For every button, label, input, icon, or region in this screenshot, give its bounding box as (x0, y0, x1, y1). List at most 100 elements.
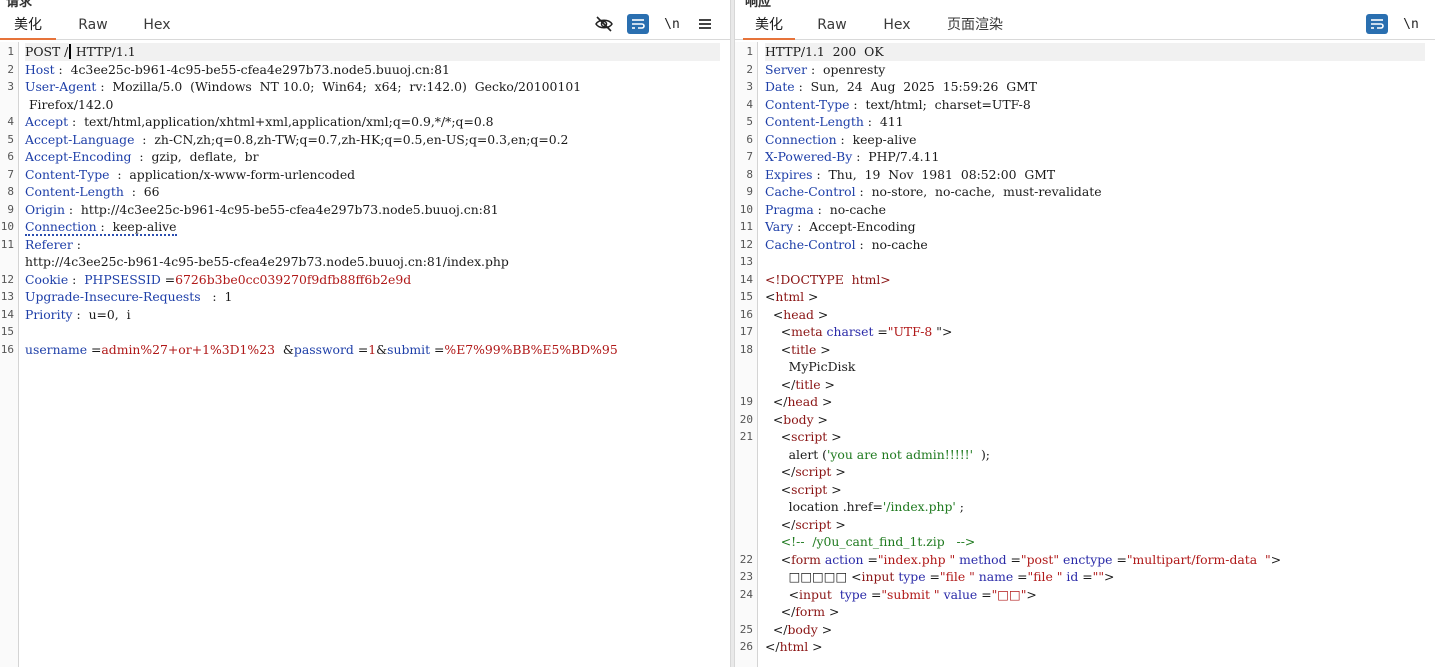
line-number: 23 (739, 570, 753, 583)
hide-icon[interactable] (593, 14, 615, 34)
header-priority[interactable]: Priority : u=0, i (25, 306, 720, 324)
input-file-line[interactable]: □□□□□ <input type ="file " name ="file "… (765, 568, 1425, 586)
line-number: 10 (0, 220, 14, 233)
response-tab-hex[interactable]: Hex (875, 10, 919, 40)
head-open[interactable]: <head > (765, 306, 1425, 324)
menu-icon[interactable] (694, 14, 716, 34)
header-cookie[interactable]: Cookie : PHPSESSID =6726b3be0cc039270f9d… (25, 271, 720, 289)
head-close[interactable]: </head > (765, 393, 1425, 411)
form-close[interactable]: </form > (765, 603, 1425, 621)
line-number: 12 (0, 272, 14, 286)
title-text-line[interactable]: MyPicDisk (765, 358, 1425, 376)
param-key: password (293, 341, 354, 357)
header-content-length[interactable]: Content-Length : 411 (765, 113, 1425, 131)
request-line[interactable]: POST / HTTP/1.1 (25, 43, 720, 61)
response-tab-pretty[interactable]: 美化 (743, 10, 795, 40)
header-value: 1 (224, 289, 233, 304)
title-close[interactable]: </title > (765, 376, 1425, 394)
response-tab-raw[interactable]: Raw (811, 10, 853, 40)
header-content-type[interactable]: Content-Type : text/html; charset=UTF-8 (765, 96, 1425, 114)
header-content-type[interactable]: Content-Type : application/x-www-form-ur… (25, 166, 720, 184)
header-host[interactable]: Host : 4c3ee25c-b961-4c95-be55-cfea4e297… (25, 61, 720, 79)
header-expires[interactable]: Expires : Thu, 19 Nov 1981 08:52:00 GMT (765, 166, 1425, 184)
line-number: 1 (746, 45, 753, 58)
form-open[interactable]: <form action ="index.php " method ="post… (765, 551, 1425, 569)
header-referer-value[interactable]: http://4c3ee25c-b961-4c95-be55-cfea4e297… (25, 253, 720, 271)
meta-line[interactable]: <meta charset ="UTF-8 "> (765, 323, 1425, 341)
alert-line[interactable]: alert ('you are not admin!!!!!' ); (765, 446, 1425, 464)
header-cache-control-2[interactable]: Cache-Control : no-cache (765, 236, 1425, 254)
header-key: Priority (25, 306, 73, 322)
header-value: Accept-Encoding (809, 219, 916, 234)
header-content-length[interactable]: Content-Length : 66 (25, 183, 720, 201)
header-cache-control[interactable]: Cache-Control : no-store, no-cache, must… (765, 183, 1425, 201)
header-connection[interactable]: Connection : keep-alive (25, 218, 720, 236)
request-line-gutter: 1 2 3 4 5 6 7 8 9 10 11 12 13 14 15 16 (0, 42, 19, 667)
header-sep: : (849, 96, 866, 112)
header-value: openresty (823, 61, 886, 77)
header-sep: : (131, 149, 152, 164)
header-connection[interactable]: Connection : keep-alive (765, 131, 1425, 149)
header-key: Origin (25, 201, 65, 217)
line-number: 22 (739, 552, 753, 566)
script-open-2[interactable]: <script > (765, 481, 1425, 499)
cookie-eq: = (160, 271, 176, 287)
header-accept[interactable]: Accept : text/html,application/xhtml+xml… (25, 113, 720, 131)
newline-toggle[interactable]: \n (661, 14, 683, 34)
header-user-agent[interactable]: User-Agent : Mozilla/5.0 (Windows NT 10.… (25, 78, 720, 96)
header-key: Accept-Language (25, 131, 135, 147)
response-tab-render[interactable]: 页面渲染 (940, 10, 1010, 40)
param-sep: & (376, 341, 388, 357)
js-string: '/index.php' (882, 499, 956, 514)
header-pragma[interactable]: Pragma : no-cache (765, 201, 1425, 219)
comment-line[interactable]: <!-- /y0u_cant_find_1t.zip --> (765, 533, 1425, 551)
header-x-powered-by[interactable]: X-Powered-By : PHP/7.4.11 (765, 148, 1425, 166)
html-open[interactable]: <html > (765, 288, 1425, 306)
header-key: Upgrade-Insecure-Requests (25, 289, 201, 304)
location-line[interactable]: location .href='/index.php' ; (765, 498, 1425, 516)
request-pane: 请求 美化 Raw Hex \n 1 2 3 4 5 6 7 8 9 10 11 12 13 14 15 16… (0, 0, 730, 667)
script-close[interactable]: </script > (765, 463, 1425, 481)
header-referer[interactable]: Referer : (25, 236, 720, 254)
line-number: 6 (7, 150, 14, 163)
header-sep: : (200, 289, 225, 304)
header-value: text/html,application/xhtml+xml,applicat… (84, 114, 494, 129)
line-number: 11 (0, 237, 14, 251)
header-accept-language[interactable]: Accept-Language : zh-CN,zh;q=0.8,zh-TW;q… (25, 131, 720, 149)
attr-value: "file " (1027, 569, 1063, 584)
param-eq: = (87, 341, 102, 357)
script-open[interactable]: <script > (765, 428, 1425, 446)
request-tab-hex[interactable]: Hex (134, 10, 180, 40)
wrap-lines-icon[interactable] (627, 14, 649, 34)
request-tab-raw[interactable]: Raw (70, 10, 116, 40)
response-editor[interactable]: 1 2 3 4 5 6 7 8 9 10 11 12 13 14 15 16 17 18 19 20 21 22 23 24 2… (735, 42, 1435, 667)
script-close-2[interactable]: </script > (765, 516, 1425, 534)
request-body[interactable]: username =admin%27+or+1%3D1%23 &password… (25, 341, 720, 359)
header-upgrade-insecure[interactable]: Upgrade-Insecure-Requests : 1 (25, 288, 720, 306)
request-editor[interactable]: 1 2 3 4 5 6 7 8 9 10 11 12 13 14 15 16 POST / HTTP/1.1 … (0, 42, 730, 667)
header-key: User-Agent (25, 79, 97, 94)
header-vary[interactable]: Vary : Accept-Encoding (765, 218, 1425, 236)
newline-toggle[interactable]: \n (1400, 14, 1422, 34)
body-open[interactable]: <body > (765, 411, 1425, 429)
line-number: 5 (7, 132, 14, 146)
header-server[interactable]: Server : openresty (765, 61, 1425, 79)
doctype-line[interactable]: <!DOCTYPE html> (765, 271, 1425, 289)
body-close[interactable]: </body > (765, 621, 1425, 639)
header-sep: : (852, 149, 869, 164)
header-accept-encoding[interactable]: Accept-Encoding : gzip, deflate, br (25, 148, 720, 166)
title-open[interactable]: <title > (765, 341, 1425, 359)
header-origin[interactable]: Origin : http://4c3ee25c-b961-4c95-be55-… (25, 201, 720, 219)
input-submit-line[interactable]: <input type ="submit " value ="□□"> (765, 586, 1425, 604)
header-sep: : (863, 114, 880, 129)
html-close[interactable]: </html > (765, 638, 1425, 656)
header-user-agent-wrap[interactable]: Firefox/142.0 (25, 96, 720, 114)
newline-icon: \n (664, 16, 680, 32)
status-line[interactable]: HTTP/1.1 200 OK (765, 43, 1425, 61)
wrap-lines-icon[interactable] (1366, 14, 1388, 34)
request-tab-pretty[interactable]: 美化 (0, 10, 56, 40)
header-date[interactable]: Date : Sun, 24 Aug 2025 15:59:26 GMT (765, 78, 1425, 96)
attr-value: "□□" (991, 586, 1027, 602)
line-number: 2 (7, 62, 14, 76)
tag-name: input (799, 586, 832, 602)
